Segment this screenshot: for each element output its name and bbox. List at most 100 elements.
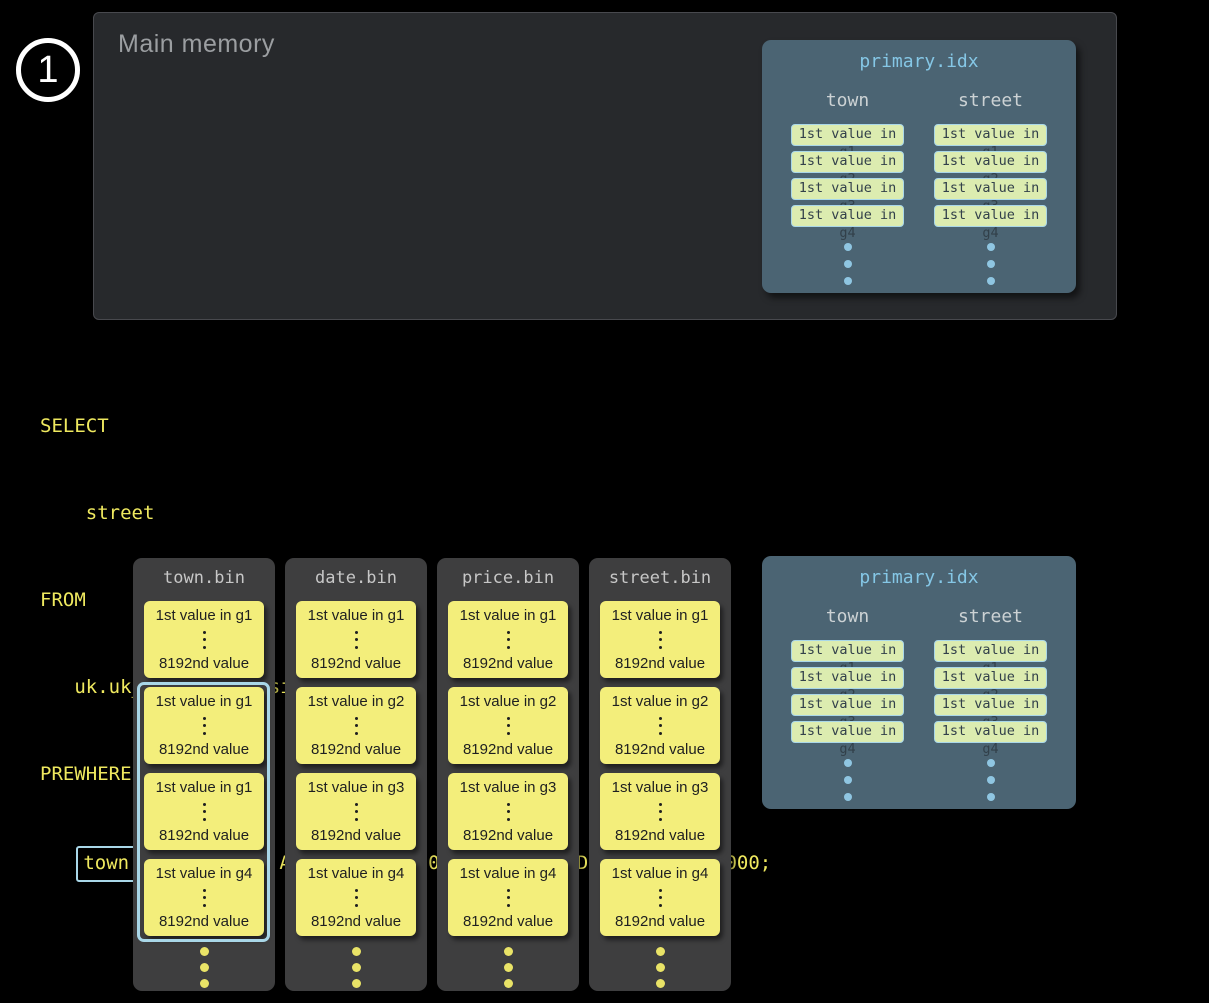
vertical-ellipsis-icon (507, 803, 510, 821)
granule-first-value: 1st value in g1 (612, 607, 709, 624)
granule-block: 1st value in g4 8192nd value (296, 859, 416, 936)
granule-last-value: 8192nd value (615, 913, 705, 930)
granule-block: 1st value in g3 8192nd value (600, 773, 720, 850)
vertical-ellipsis-icon (504, 947, 513, 988)
vertical-ellipsis-icon (355, 803, 358, 821)
granule-block: 1st value in g4 8192nd value (448, 859, 568, 936)
primary-idx-panel-memory: primary.idx town 1st value in g1 1st val… (762, 40, 1076, 293)
bin-column-price: price.bin 1st value in g1 8192nd value 1… (437, 558, 579, 991)
granule-last-value: 8192nd value (463, 913, 553, 930)
idx-column-header: town (826, 90, 869, 111)
granule-first-value: 1st value in g4 (612, 865, 709, 882)
bin-column-date: date.bin 1st value in g1 8192nd value 1s… (285, 558, 427, 991)
idx-entry: 1st value in g2 (791, 667, 904, 689)
idx-entry: 1st value in g4 (934, 205, 1047, 227)
granule-last-value: 8192nd value (311, 827, 401, 844)
bin-title: price.bin (462, 568, 554, 592)
idx-column-header: town (826, 606, 869, 627)
granule-block: 1st value in g1 8192nd value (448, 601, 568, 678)
vertical-ellipsis-icon (203, 631, 206, 649)
sql-line: SELECT (40, 412, 771, 441)
vertical-ellipsis-icon (203, 889, 206, 907)
idx-entry: 1st value in g3 (791, 694, 904, 716)
vertical-ellipsis-icon (844, 759, 852, 801)
primary-idx-title: primary.idx (859, 51, 978, 72)
vertical-ellipsis-icon (507, 631, 510, 649)
vertical-ellipsis-icon (987, 759, 995, 801)
granule-first-value: 1st value in g2 (612, 693, 709, 710)
bin-title: date.bin (315, 568, 397, 592)
idx-entry: 1st value in g1 (791, 124, 904, 146)
granule-last-value: 8192nd value (159, 741, 249, 758)
granule-block: 1st value in g2 8192nd value (296, 687, 416, 764)
granule-last-value: 8192nd value (159, 655, 249, 672)
granule-first-value: 1st value in g1 (156, 693, 253, 710)
idx-entry: 1st value in g4 (791, 721, 904, 743)
idx-entry: 1st value in g3 (934, 694, 1047, 716)
granule-first-value: 1st value in g1 (156, 607, 253, 624)
granule-last-value: 8192nd value (311, 913, 401, 930)
granule-block: 1st value in g3 8192nd value (296, 773, 416, 850)
bin-title: street.bin (609, 568, 711, 592)
granule-last-value: 8192nd value (615, 741, 705, 758)
step-number: 1 (37, 49, 58, 92)
main-memory-title: Main memory (118, 30, 275, 59)
granule-last-value: 8192nd value (159, 913, 249, 930)
idx-entry: 1st value in g2 (934, 151, 1047, 173)
granule-block: 1st value in g1 8192nd value (144, 601, 264, 678)
granule-first-value: 1st value in g3 (460, 779, 557, 796)
granule-last-value: 8192nd value (615, 827, 705, 844)
granule-last-value: 8192nd value (615, 655, 705, 672)
vertical-ellipsis-icon (507, 717, 510, 735)
granule-block: 1st value in g1 8192nd value (144, 773, 264, 850)
granule-first-value: 1st value in g1 (460, 607, 557, 624)
idx-entry: 1st value in g1 (791, 640, 904, 662)
idx-entry: 1st value in g4 (791, 205, 904, 227)
granule-first-value: 1st value in g4 (156, 865, 253, 882)
granule-block: 1st value in g3 8192nd value (448, 773, 568, 850)
granule-last-value: 8192nd value (463, 741, 553, 758)
idx-entry: 1st value in g2 (934, 667, 1047, 689)
idx-column-street: street 1st value in g1 1st value in g2 1… (919, 90, 1062, 285)
granule-first-value: 1st value in g1 (308, 607, 405, 624)
granule-last-value: 8192nd value (311, 655, 401, 672)
primary-idx-columns: town 1st value in g1 1st value in g2 1st… (762, 606, 1076, 801)
vertical-ellipsis-icon (355, 631, 358, 649)
idx-column-town: town 1st value in g1 1st value in g2 1st… (776, 606, 919, 801)
idx-entry: 1st value in g3 (934, 178, 1047, 200)
vertical-ellipsis-icon (659, 631, 662, 649)
granule-block: 1st value in g2 8192nd value (448, 687, 568, 764)
granule-first-value: 1st value in g2 (308, 693, 405, 710)
idx-entry: 1st value in g2 (791, 151, 904, 173)
idx-column-town: town 1st value in g1 1st value in g2 1st… (776, 90, 919, 285)
granule-last-value: 8192nd value (159, 827, 249, 844)
idx-entry: 1st value in g1 (934, 124, 1047, 146)
granule-last-value: 8192nd value (463, 827, 553, 844)
vertical-ellipsis-icon (987, 243, 995, 285)
granule-last-value: 8192nd value (463, 655, 553, 672)
vertical-ellipsis-icon (352, 947, 361, 988)
sql-line: street (40, 499, 771, 528)
vertical-ellipsis-icon (844, 243, 852, 285)
granule-block: 1st value in g4 8192nd value (600, 859, 720, 936)
granule-last-value: 8192nd value (311, 741, 401, 758)
diagram-canvas: { "badge": { "label": "1" }, "main_memor… (0, 0, 1209, 1003)
step-1-badge: 1 (16, 38, 80, 102)
idx-entry: 1st value in g3 (791, 178, 904, 200)
granule-block: 1st value in g1 8192nd value (144, 687, 264, 764)
bin-column-street: street.bin 1st value in g1 8192nd value … (589, 558, 731, 991)
primary-idx-columns: town 1st value in g1 1st value in g2 1st… (762, 90, 1076, 285)
vertical-ellipsis-icon (659, 889, 662, 907)
idx-column-header: street (958, 606, 1023, 627)
bin-title: town.bin (163, 568, 245, 592)
vertical-ellipsis-icon (355, 889, 358, 907)
granule-first-value: 1st value in g4 (460, 865, 557, 882)
vertical-ellipsis-icon (659, 717, 662, 735)
granule-first-value: 1st value in g1 (156, 779, 253, 796)
granule-first-value: 1st value in g3 (612, 779, 709, 796)
primary-idx-title: primary.idx (859, 567, 978, 588)
granule-first-value: 1st value in g2 (460, 693, 557, 710)
vertical-ellipsis-icon (200, 947, 209, 988)
vertical-ellipsis-icon (656, 947, 665, 988)
idx-entry: 1st value in g4 (934, 721, 1047, 743)
